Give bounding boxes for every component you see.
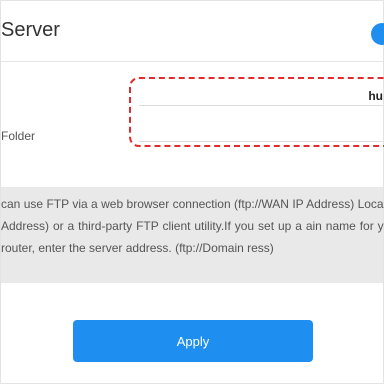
page-title: Server bbox=[1, 19, 60, 41]
ftp-server-panel: Server Folder hu can use FTP via a web b… bbox=[0, 0, 384, 384]
folder-label: Folder bbox=[1, 129, 36, 143]
info-note-text: can use FTP via a web browser connection… bbox=[1, 197, 384, 255]
divider bbox=[1, 61, 383, 62]
folder-input[interactable] bbox=[139, 141, 383, 142]
server-toggle-switch[interactable] bbox=[371, 23, 384, 45]
server-address-value[interactable]: hu bbox=[368, 89, 383, 103]
apply-button[interactable]: Apply bbox=[73, 320, 313, 362]
field-underline-1 bbox=[139, 105, 383, 106]
info-note: can use FTP via a web browser connection… bbox=[1, 187, 384, 283]
highlight-box bbox=[129, 77, 384, 147]
